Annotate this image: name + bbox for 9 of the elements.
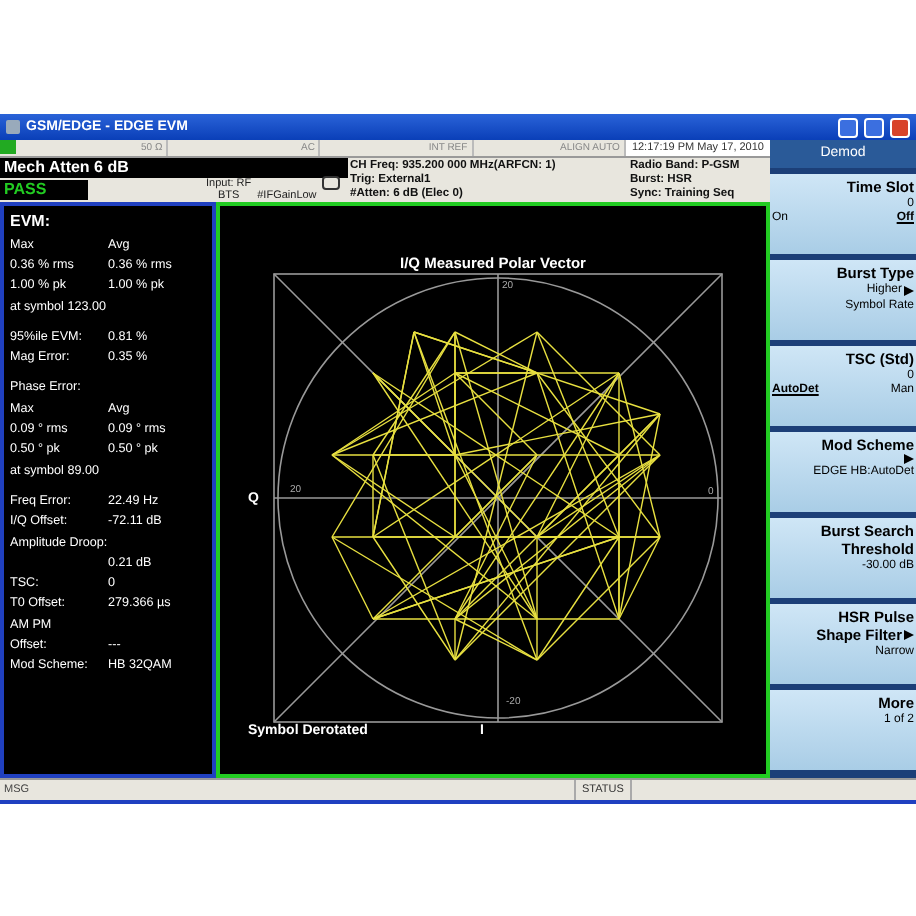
lxi-icon [0, 140, 16, 154]
atten-label: Mech Atten 6 dB [0, 158, 348, 178]
monitor-icon [322, 176, 341, 190]
minimize-button[interactable] [838, 117, 858, 137]
app-icon [6, 120, 20, 134]
results-title: EVM: [10, 210, 52, 234]
close-button[interactable] [890, 117, 910, 137]
verdict-label: PASS [0, 180, 88, 200]
maximize-button[interactable] [864, 117, 884, 137]
